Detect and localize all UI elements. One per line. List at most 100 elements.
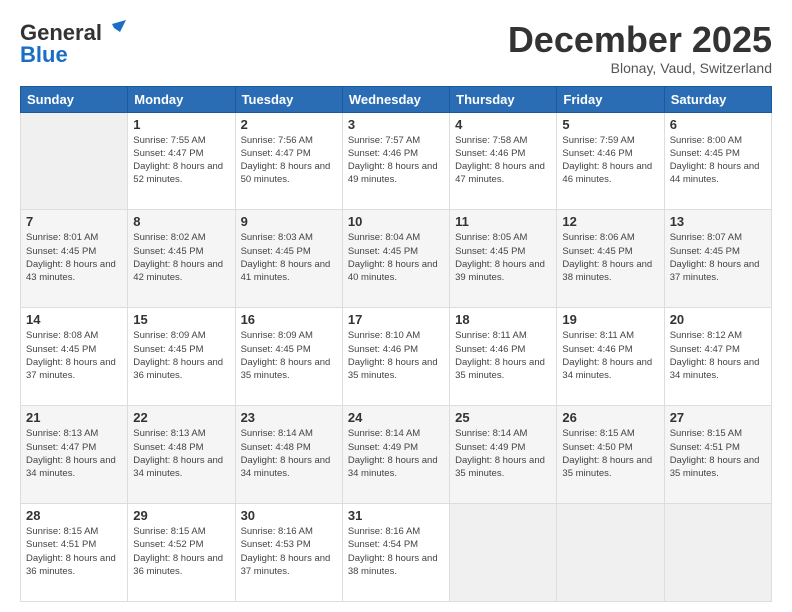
table-row: 2 Sunrise: 7:56 AMSunset: 4:47 PMDaylight… <box>235 112 342 210</box>
day-info: Sunrise: 8:08 AMSunset: 4:45 PMDaylight:… <box>26 329 122 382</box>
day-number: 18 <box>455 312 551 327</box>
table-row: 3Sunrise: 7:57 AMSunset: 4:46 PMDaylight… <box>342 112 449 210</box>
day-number: 1 <box>133 117 229 132</box>
month-title: December 2025 <box>508 20 772 60</box>
day-number: 21 <box>26 410 122 425</box>
table-row: 4 Sunrise: 7:58 AMSunset: 4:46 PMDaylight… <box>450 112 557 210</box>
day-number: 31 <box>348 508 444 523</box>
day-info: Sunrise: 8:14 AMSunset: 4:48 PMDaylight:… <box>241 427 337 480</box>
location: Blonay, Vaud, Switzerland <box>508 60 772 76</box>
logo-bird-icon <box>104 20 126 42</box>
calendar-week-row: 21 Sunrise: 8:13 AMSunset: 4:47 PMDayligh… <box>21 406 772 504</box>
day-info: Sunrise: 8:13 AMSunset: 4:47 PMDaylight:… <box>26 427 122 480</box>
day-number: 8 <box>133 214 229 229</box>
day-info: Sunrise: 7:56 AMSunset: 4:47 PMDaylight:… <box>241 134 337 187</box>
day-number: 2 <box>241 117 337 132</box>
day-number: 17 <box>348 312 444 327</box>
table-row <box>664 504 771 602</box>
calendar-week-row: 28Sunrise: 8:15 AMSunset: 4:51 PMDayligh… <box>21 504 772 602</box>
table-row: 20 Sunrise: 8:12 AMSunset: 4:47 PMDayligh… <box>664 308 771 406</box>
table-row: 18 Sunrise: 8:11 AMSunset: 4:46 PMDayligh… <box>450 308 557 406</box>
day-number: 27 <box>670 410 766 425</box>
logo-blue: Blue <box>20 42 68 68</box>
table-row: 13 Sunrise: 8:07 AMSunset: 4:45 PMDayligh… <box>664 210 771 308</box>
day-number: 15 <box>133 312 229 327</box>
logo: General Blue <box>20 20 126 68</box>
day-info: Sunrise: 8:13 AMSunset: 4:48 PMDaylight:… <box>133 427 229 480</box>
table-row <box>21 112 128 210</box>
table-row: 7 Sunrise: 8:01 AMSunset: 4:45 PMDaylight… <box>21 210 128 308</box>
table-row: 6Sunrise: 8:00 AMSunset: 4:45 PMDaylight… <box>664 112 771 210</box>
calendar-week-row: 7 Sunrise: 8:01 AMSunset: 4:45 PMDaylight… <box>21 210 772 308</box>
day-info: Sunrise: 8:16 AMSunset: 4:54 PMDaylight:… <box>348 525 444 578</box>
day-number: 25 <box>455 410 551 425</box>
table-row: 17 Sunrise: 8:10 AMSunset: 4:46 PMDayligh… <box>342 308 449 406</box>
day-number: 20 <box>670 312 766 327</box>
day-info: Sunrise: 8:15 AMSunset: 4:51 PMDaylight:… <box>670 427 766 480</box>
day-info: Sunrise: 8:06 AMSunset: 4:45 PMDaylight:… <box>562 231 658 284</box>
calendar-table: Sunday Monday Tuesday Wednesday Thursday… <box>20 86 772 602</box>
col-saturday: Saturday <box>664 86 771 112</box>
col-friday: Friday <box>557 86 664 112</box>
day-number: 5 <box>562 117 658 132</box>
day-info: Sunrise: 8:05 AMSunset: 4:45 PMDaylight:… <box>455 231 551 284</box>
col-thursday: Thursday <box>450 86 557 112</box>
day-info: Sunrise: 8:10 AMSunset: 4:46 PMDaylight:… <box>348 329 444 382</box>
day-number: 11 <box>455 214 551 229</box>
table-row: 12 Sunrise: 8:06 AMSunset: 4:45 PMDayligh… <box>557 210 664 308</box>
day-number: 16 <box>241 312 337 327</box>
table-row: 9Sunrise: 8:03 AMSunset: 4:45 PMDaylight… <box>235 210 342 308</box>
table-row: 26Sunrise: 8:15 AMSunset: 4:50 PMDayligh… <box>557 406 664 504</box>
day-number: 24 <box>348 410 444 425</box>
day-info: Sunrise: 8:15 AMSunset: 4:51 PMDaylight:… <box>26 525 122 578</box>
day-number: 4 <box>455 117 551 132</box>
day-number: 30 <box>241 508 337 523</box>
table-row <box>450 504 557 602</box>
day-info: Sunrise: 8:11 AMSunset: 4:46 PMDaylight:… <box>562 329 658 382</box>
day-info: Sunrise: 8:15 AMSunset: 4:50 PMDaylight:… <box>562 427 658 480</box>
table-row: 14 Sunrise: 8:08 AMSunset: 4:45 PMDayligh… <box>21 308 128 406</box>
day-info: Sunrise: 8:07 AMSunset: 4:45 PMDaylight:… <box>670 231 766 284</box>
table-row: 11 Sunrise: 8:05 AMSunset: 4:45 PMDayligh… <box>450 210 557 308</box>
day-info: Sunrise: 7:55 AMSunset: 4:47 PMDaylight:… <box>133 134 229 187</box>
table-row: 23 Sunrise: 8:14 AMSunset: 4:48 PMDayligh… <box>235 406 342 504</box>
col-monday: Monday <box>128 86 235 112</box>
day-info: Sunrise: 8:04 AMSunset: 4:45 PMDaylight:… <box>348 231 444 284</box>
table-row: 22Sunrise: 8:13 AMSunset: 4:48 PMDayligh… <box>128 406 235 504</box>
table-row: 10 Sunrise: 8:04 AMSunset: 4:45 PMDayligh… <box>342 210 449 308</box>
table-row: 5Sunrise: 7:59 AMSunset: 4:46 PMDaylight… <box>557 112 664 210</box>
day-number: 6 <box>670 117 766 132</box>
table-row: 29 Sunrise: 8:15 AMSunset: 4:52 PMDayligh… <box>128 504 235 602</box>
table-row: 27 Sunrise: 8:15 AMSunset: 4:51 PMDayligh… <box>664 406 771 504</box>
calendar-header-row: Sunday Monday Tuesday Wednesday Thursday… <box>21 86 772 112</box>
table-row: 1 Sunrise: 7:55 AMSunset: 4:47 PMDaylight… <box>128 112 235 210</box>
day-info: Sunrise: 8:12 AMSunset: 4:47 PMDaylight:… <box>670 329 766 382</box>
day-number: 29 <box>133 508 229 523</box>
logo-text-area: General Blue <box>20 20 126 68</box>
day-info: Sunrise: 8:09 AMSunset: 4:45 PMDaylight:… <box>133 329 229 382</box>
page: General Blue December 2025 Blonay, Vaud,… <box>0 0 792 612</box>
table-row: 30Sunrise: 8:16 AMSunset: 4:53 PMDayligh… <box>235 504 342 602</box>
day-info: Sunrise: 8:15 AMSunset: 4:52 PMDaylight:… <box>133 525 229 578</box>
col-wednesday: Wednesday <box>342 86 449 112</box>
day-number: 7 <box>26 214 122 229</box>
day-info: Sunrise: 8:14 AMSunset: 4:49 PMDaylight:… <box>455 427 551 480</box>
day-info: Sunrise: 8:03 AMSunset: 4:45 PMDaylight:… <box>241 231 337 284</box>
day-info: Sunrise: 8:11 AMSunset: 4:46 PMDaylight:… <box>455 329 551 382</box>
day-number: 13 <box>670 214 766 229</box>
day-number: 12 <box>562 214 658 229</box>
day-info: Sunrise: 8:09 AMSunset: 4:45 PMDaylight:… <box>241 329 337 382</box>
table-row: 15 Sunrise: 8:09 AMSunset: 4:45 PMDayligh… <box>128 308 235 406</box>
day-number: 23 <box>241 410 337 425</box>
day-info: Sunrise: 8:14 AMSunset: 4:49 PMDaylight:… <box>348 427 444 480</box>
table-row: 25 Sunrise: 8:14 AMSunset: 4:49 PMDayligh… <box>450 406 557 504</box>
day-number: 14 <box>26 312 122 327</box>
day-number: 10 <box>348 214 444 229</box>
table-row: 21 Sunrise: 8:13 AMSunset: 4:47 PMDayligh… <box>21 406 128 504</box>
day-info: Sunrise: 8:01 AMSunset: 4:45 PMDaylight:… <box>26 231 122 284</box>
table-row: 31 Sunrise: 8:16 AMSunset: 4:54 PMDayligh… <box>342 504 449 602</box>
day-info: Sunrise: 7:58 AMSunset: 4:46 PMDaylight:… <box>455 134 551 187</box>
day-info: Sunrise: 7:57 AMSunset: 4:46 PMDaylight:… <box>348 134 444 187</box>
calendar-week-row: 14 Sunrise: 8:08 AMSunset: 4:45 PMDayligh… <box>21 308 772 406</box>
day-info: Sunrise: 8:02 AMSunset: 4:45 PMDaylight:… <box>133 231 229 284</box>
